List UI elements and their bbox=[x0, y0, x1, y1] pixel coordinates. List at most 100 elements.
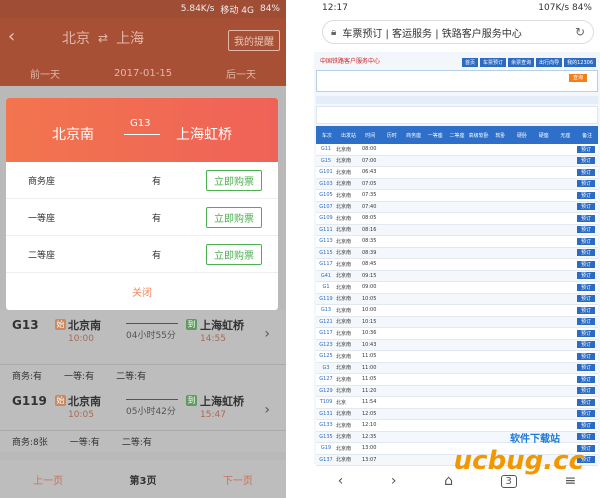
reminder-button[interactable]: 我的提醒 bbox=[228, 30, 280, 51]
train-link[interactable]: G125 bbox=[316, 353, 336, 359]
book-button[interactable]: 预订 bbox=[577, 329, 595, 337]
close-button[interactable]: 关闭 bbox=[6, 273, 278, 309]
current-date[interactable]: 2017-01-15 bbox=[114, 68, 172, 79]
book-button[interactable]: 预订 bbox=[577, 352, 595, 360]
book-button[interactable]: 预订 bbox=[577, 260, 595, 268]
site-nav-item[interactable]: 首页 bbox=[462, 58, 479, 67]
book-button[interactable]: 预订 bbox=[577, 157, 595, 165]
book-button[interactable]: 预订 bbox=[577, 214, 595, 222]
book-button[interactable]: 预订 bbox=[577, 306, 595, 314]
train-link[interactable]: G121 bbox=[316, 319, 336, 325]
forward-icon[interactable]: › bbox=[391, 473, 397, 489]
book-button[interactable]: 预订 bbox=[577, 398, 595, 406]
train-link[interactable]: G11 bbox=[316, 146, 336, 152]
date-strip[interactable] bbox=[316, 96, 598, 104]
column-header[interactable]: 商务座 bbox=[403, 132, 425, 139]
column-header[interactable]: 硬座 bbox=[533, 132, 555, 139]
book-button[interactable]: 预订 bbox=[577, 433, 595, 441]
column-header[interactable]: 软卧 bbox=[490, 132, 512, 139]
back-icon[interactable]: ‹ bbox=[8, 26, 15, 47]
column-header[interactable]: 一等座 bbox=[424, 132, 446, 139]
back-icon[interactable]: ‹ bbox=[338, 473, 344, 489]
column-header[interactable]: 历时 bbox=[381, 132, 403, 139]
book-button[interactable]: 预订 bbox=[577, 410, 595, 418]
book-button[interactable]: 预订 bbox=[577, 145, 595, 153]
book-button[interactable]: 预订 bbox=[577, 249, 595, 257]
site-nav-item[interactable]: 车票预订 bbox=[480, 58, 507, 67]
column-header[interactable]: 出发站 bbox=[338, 132, 360, 139]
book-button[interactable]: 预订 bbox=[577, 318, 595, 326]
column-header[interactable]: 备注 bbox=[576, 132, 598, 139]
train-link[interactable]: G107 bbox=[316, 204, 336, 210]
train-link[interactable]: G131 bbox=[316, 411, 336, 417]
column-header[interactable]: 无座 bbox=[555, 132, 577, 139]
next-day-button[interactable]: 后一天 bbox=[226, 66, 256, 81]
book-button[interactable]: 预订 bbox=[577, 272, 595, 280]
site-nav-item[interactable]: 我的12306 bbox=[564, 58, 596, 67]
train-link[interactable]: G1 bbox=[316, 284, 336, 290]
train-link[interactable]: G109 bbox=[316, 215, 336, 221]
next-page-button[interactable]: 下一页 bbox=[223, 472, 253, 487]
train-link[interactable]: G117 bbox=[316, 261, 336, 267]
book-button[interactable]: 预订 bbox=[577, 191, 595, 199]
prev-page-button[interactable]: 上一页 bbox=[33, 472, 63, 487]
train-link[interactable]: G123 bbox=[316, 342, 336, 348]
column-header[interactable]: 车次 bbox=[316, 132, 338, 139]
book-button[interactable]: 预订 bbox=[577, 226, 595, 234]
buy-button[interactable]: 立即购票 bbox=[206, 207, 262, 228]
train-link[interactable]: G129 bbox=[316, 388, 336, 394]
home-icon[interactable]: ⌂ bbox=[444, 473, 453, 489]
tabs-button[interactable]: 3 bbox=[500, 474, 517, 488]
train-link[interactable]: G115 bbox=[316, 250, 336, 256]
reload-icon[interactable]: ↻ bbox=[575, 25, 585, 39]
train-link[interactable]: G13 bbox=[316, 307, 336, 313]
buy-button[interactable]: 立即购票 bbox=[206, 170, 262, 191]
train-link[interactable]: G117 bbox=[316, 330, 336, 336]
column-header[interactable]: 时间 bbox=[359, 132, 381, 139]
train-link[interactable]: G105 bbox=[316, 192, 336, 198]
chevron-right-icon[interactable]: › bbox=[264, 402, 270, 418]
train-link[interactable]: G41 bbox=[316, 273, 336, 279]
train-link[interactable]: G135 bbox=[316, 434, 336, 440]
query-button[interactable]: 查询 bbox=[569, 74, 587, 82]
train-link[interactable]: G3 bbox=[316, 365, 336, 371]
address-bar[interactable]: 🔒︎ 车票预订 | 客运服务 | 铁路客户服务中心 ↻ bbox=[322, 20, 594, 44]
column-header[interactable]: 高级软卧 bbox=[468, 132, 490, 139]
book-button[interactable]: 预订 bbox=[577, 203, 595, 211]
site-nav-item[interactable]: 出行向导 bbox=[536, 58, 563, 67]
train-link[interactable]: T109 bbox=[316, 399, 336, 405]
column-header[interactable]: 二等座 bbox=[446, 132, 468, 139]
train-link[interactable]: G113 bbox=[316, 238, 336, 244]
book-button[interactable]: 预订 bbox=[577, 283, 595, 291]
train-link[interactable]: G111 bbox=[316, 227, 336, 233]
book-button[interactable]: 预订 bbox=[577, 387, 595, 395]
prev-day-button[interactable]: 前一天 bbox=[30, 66, 60, 81]
book-button[interactable]: 预订 bbox=[577, 375, 595, 383]
train-link[interactable]: G101 bbox=[316, 169, 336, 175]
train-link[interactable]: G19 bbox=[316, 445, 336, 451]
train-link[interactable]: G15 bbox=[316, 158, 336, 164]
chevron-right-icon[interactable]: › bbox=[264, 326, 270, 342]
site-nav-item[interactable]: 余票查询 bbox=[508, 58, 535, 67]
train-link[interactable]: G127 bbox=[316, 376, 336, 382]
seat-second: 二等:有 bbox=[116, 372, 147, 382]
column-header[interactable]: 硬卧 bbox=[511, 132, 533, 139]
station-cell: 北京南 bbox=[336, 353, 352, 360]
book-button[interactable]: 预订 bbox=[577, 341, 595, 349]
train-link[interactable]: G119 bbox=[316, 296, 336, 302]
train-row[interactable]: G13 始 北京南 10:00 04小时55分 到 上海虹桥 14:55 › bbox=[0, 310, 286, 364]
book-button[interactable]: 预订 bbox=[577, 237, 595, 245]
train-link[interactable]: G103 bbox=[316, 181, 336, 187]
train-link[interactable]: G133 bbox=[316, 422, 336, 428]
seat-label: 二等座 bbox=[28, 250, 56, 261]
book-button[interactable]: 预订 bbox=[577, 180, 595, 188]
train-link[interactable]: G137 bbox=[316, 457, 336, 463]
book-button[interactable]: 预订 bbox=[577, 168, 595, 176]
book-button[interactable]: 预订 bbox=[577, 295, 595, 303]
book-button[interactable]: 预订 bbox=[577, 421, 595, 429]
buy-button[interactable]: 立即购票 bbox=[206, 244, 262, 265]
table-row: G107 北京南 07:40 预订 bbox=[316, 201, 598, 213]
swap-icon[interactable]: ⇄ bbox=[98, 31, 108, 45]
book-button[interactable]: 预订 bbox=[577, 364, 595, 372]
origin-badge: 始 bbox=[55, 395, 66, 406]
